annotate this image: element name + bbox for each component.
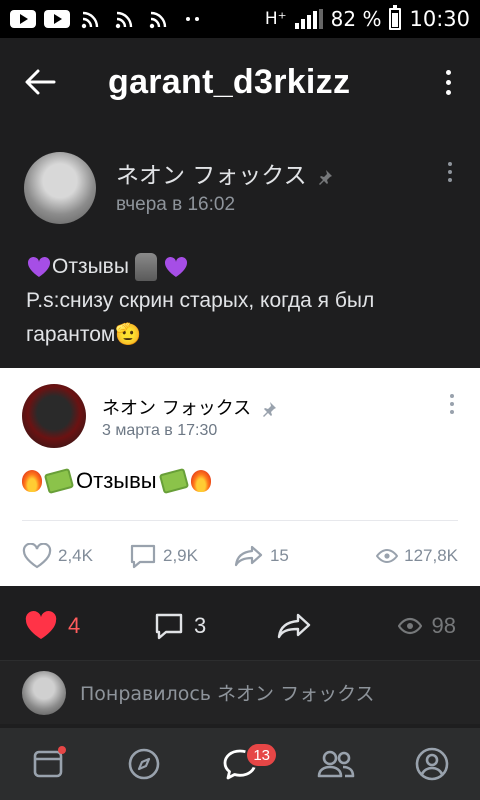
fire-icon [22,470,42,492]
money-wings-icon [158,467,189,495]
purple-heart-icon [164,256,187,277]
friends-icon [317,750,355,778]
notification-dot [58,746,66,754]
battery-icon [389,5,402,30]
youtube-icon [10,9,36,29]
author-name[interactable]: ネオン フォックス [116,156,333,190]
pin-icon [318,169,332,185]
money-wings-icon [43,467,75,495]
tab-discover[interactable] [114,734,174,794]
more-vertical-icon [450,394,454,398]
post-actions: 4 3 98 [0,600,480,652]
repost-comment-button[interactable]: 2,9K [129,543,198,569]
avatar[interactable] [22,384,86,448]
compass-icon [128,748,160,780]
repost-menu-button[interactable] [450,394,454,414]
repost-views: 127,8K [376,546,458,566]
moai-icon [134,253,157,281]
liked-by-text: Понравилось ネオン フォックス [80,683,375,705]
cast-icon [112,9,138,29]
bottom-tab-bar: 13 [0,728,480,800]
dots-icon [180,9,206,29]
post-text: Отзывы P.s:снизу скрин старых, когда я б… [26,250,466,352]
divider [22,520,458,521]
messages-badge: 13 [245,742,278,768]
post-menu-button[interactable] [448,162,452,182]
status-bar: H⁺ 82 % 10:30 [0,0,480,38]
eye-icon [397,617,422,635]
comment-icon [155,613,183,640]
repost-like-button[interactable]: 2,4K [22,543,93,569]
pin-icon [263,402,277,417]
youtube-icon [44,9,70,29]
post-header: ネオン フォックス вчера в 16:02 [0,140,480,230]
arrow-left-icon [25,69,56,95]
fire-icon [190,470,211,492]
views-counter: 98 [397,613,456,639]
heart-filled-icon [25,611,57,639]
heart-outline-icon [22,543,52,569]
top-bar: garant_d3rkizz [0,38,480,126]
tab-profile[interactable] [402,734,462,794]
post-time: вчера в 16:02 [116,194,236,215]
cast-icon [78,9,104,29]
share-icon [234,545,263,567]
network-type: H⁺ [264,9,287,29]
eye-icon [376,548,399,564]
battery-percent: 82 % [330,7,382,31]
back-button[interactable] [8,50,72,114]
more-menu-button[interactable] [436,62,460,102]
repost-share-button[interactable]: 15 [234,544,289,568]
more-vertical-icon [445,69,451,75]
purple-heart-icon [27,256,51,277]
repost-card[interactable]: ネオン フォックス 3 марта в 17:30 Отзывы 2,4K 2,… [0,368,480,586]
profile-icon [415,747,449,781]
signal-icon [294,9,323,29]
share-button[interactable] [276,612,312,640]
post-body: P.s:снизу скрин старых, когда я был гара… [26,289,375,346]
page-title: garant_d3rkizz [108,62,351,101]
tab-messages[interactable]: 13 [210,734,278,794]
post-title: Отзывы [52,255,129,278]
avatar[interactable] [24,152,96,224]
repost-time: 3 марта в 17:30 [102,422,218,439]
share-icon [277,613,311,639]
like-button[interactable]: 4 [24,611,80,641]
tab-news[interactable] [18,734,78,794]
cast-icon [146,9,172,29]
repost-actions: 2,4K 2,9K 15 127,8K [22,536,458,576]
repost-author-name[interactable]: ネオン フォックス [102,394,277,420]
comment-button[interactable]: 3 [154,612,206,640]
repost-text: Отзывы [22,467,211,495]
more-vertical-icon [448,162,452,166]
liked-by-row[interactable]: Понравилось ネオン フォックス [0,660,480,724]
avatar [22,670,66,715]
comment-icon [130,544,156,569]
tab-friends[interactable] [306,734,366,794]
clock: 10:30 [409,7,470,31]
